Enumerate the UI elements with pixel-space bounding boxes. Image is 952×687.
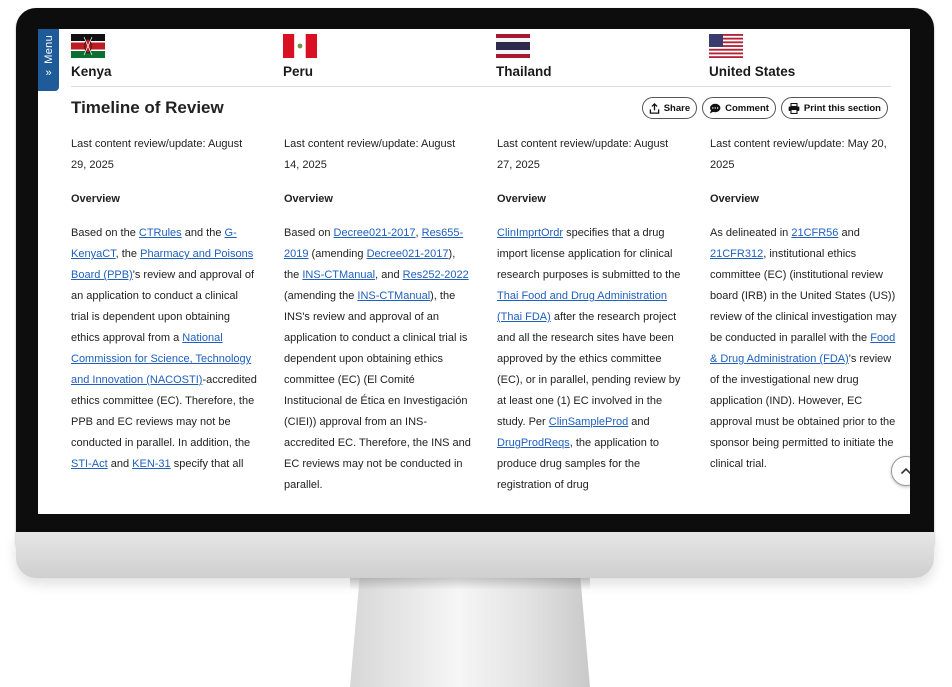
reference-link[interactable]: Res252-2022 [403,269,469,281]
last-review-date: Last content review/update: August 14, 2… [284,138,456,171]
section-actions: Share Comment Print this section [641,97,888,119]
country-kenya: Kenya [71,34,271,79]
comment-label: Comment [725,102,769,114]
share-icon [649,102,659,114]
country-united-states: United States [709,34,909,79]
share-button[interactable]: Share [641,97,698,119]
overview-text: As delineated in 21CFR56 and 21CFR312, i… [710,227,897,470]
peru-flag-icon [283,34,317,58]
column-united-states: Last content review/update: May 20, 2025… [710,134,897,475]
print-label: Print this section [803,102,881,114]
reference-link[interactable]: ClinSampleProd [549,416,628,428]
country-name: Peru [283,64,314,79]
chevron-up-icon [900,467,910,475]
reference-link[interactable]: 21CFR56 [791,227,838,239]
overview-text: ClinImprtOrdr specifies that a drug impo… [497,227,681,491]
reference-link[interactable]: Thai Food and Drug Administration (Thai … [497,290,667,323]
section-title: Timeline of Review [71,98,224,117]
column-thailand: Last content review/update: August 27, 2… [497,134,684,496]
column-peru: Last content review/update: August 14, 2… [284,134,471,496]
country-peru: Peru [283,34,483,79]
reference-link[interactable]: INS-CTManual [357,290,430,302]
country-name: United States [709,64,796,79]
overview-text: Based on Decree021-2017, Res655-2019 (am… [284,227,471,491]
monitor-chin [16,532,934,578]
overview-title: Overview [710,193,759,205]
overview-text: Based on the CTRules and the G-KenyaCT, … [71,227,257,470]
country-header-row: Kenya Peru Thailand United States [71,34,901,82]
country-name: Kenya [71,64,112,79]
reference-link[interactable]: National Commission for Science, Technol… [71,332,251,386]
reference-link[interactable]: ClinImprtOrdr [497,227,563,239]
menu-label: Menu [42,35,55,64]
header-divider [71,86,891,87]
reference-link[interactable]: Decree021-2017 [334,227,416,239]
reference-link[interactable]: INS-CTManual [302,269,375,281]
kenya-flag-icon [71,34,105,58]
monitor-stand-shadow [350,578,590,590]
comment-icon [709,103,721,113]
reference-link[interactable]: KEN-31 [132,458,171,470]
country-thailand: Thailand [496,34,696,79]
overview-title: Overview [497,193,546,205]
share-label: Share [663,102,691,114]
last-review-date: Last content review/update: August 27, 2… [497,138,669,171]
print-section-button[interactable]: Print this section [780,97,888,119]
monitor-stand [350,578,590,687]
double-chevron-icon: » [45,66,52,79]
reference-link[interactable]: 21CFR312 [710,248,763,260]
reference-link[interactable]: Food & Drug Administration (FDA) [710,332,895,365]
overview-title: Overview [284,193,333,205]
screen: Menu » Kenya Peru Thailand United States… [38,29,910,514]
reference-link[interactable]: DrugProdReqs [497,437,570,449]
last-review-date: Last content review/update: May 20, 2025 [710,138,887,171]
united-states-flag-icon [709,34,743,58]
overview-title: Overview [71,193,120,205]
scroll-to-top-button[interactable] [891,456,910,486]
reference-link[interactable]: CTRules [139,227,182,239]
comment-button[interactable]: Comment [702,97,776,119]
country-name: Thailand [496,64,552,79]
printer-icon [788,102,800,114]
reference-link[interactable]: STI-Act [71,458,108,470]
column-kenya: Last content review/update: August 29, 2… [71,134,258,475]
reference-link[interactable]: Decree021-2017 [367,248,449,260]
menu-tab[interactable]: Menu » [38,29,59,91]
thailand-flag-icon [496,34,530,58]
last-review-date: Last content review/update: August 29, 2… [71,138,243,171]
